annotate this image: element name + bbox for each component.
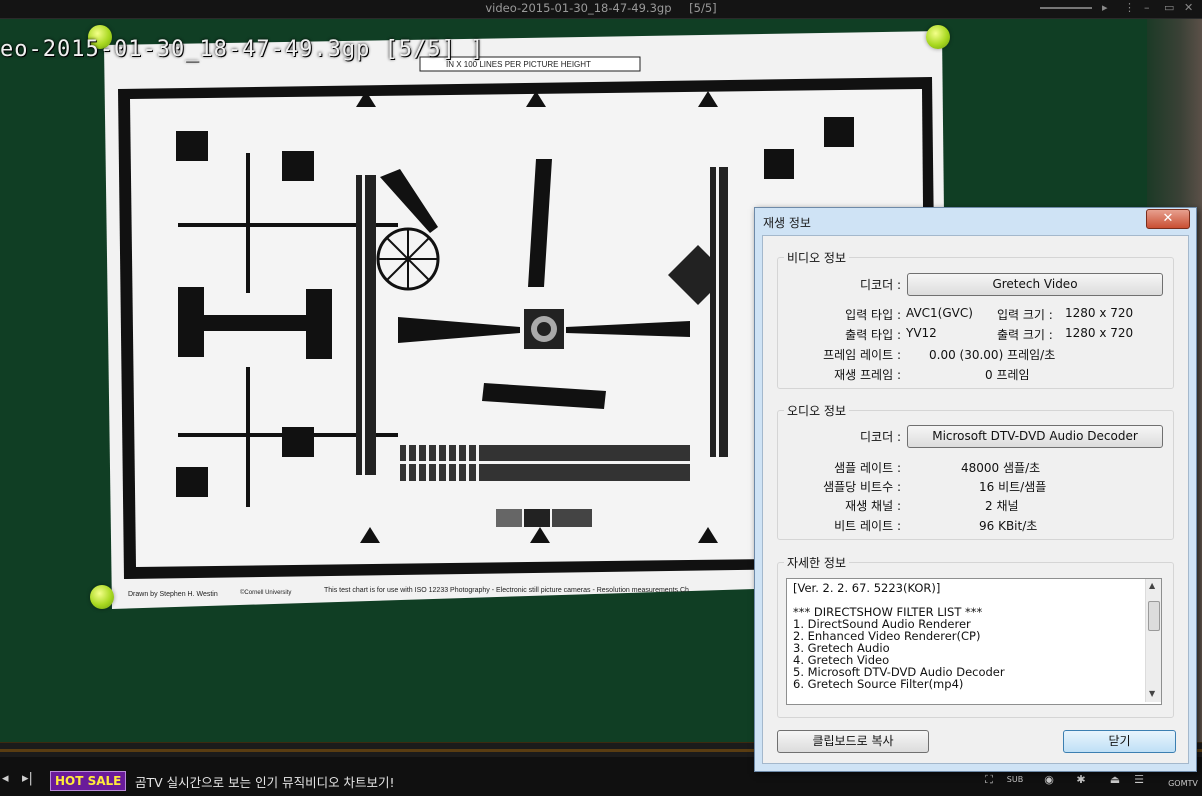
- frame-rate-value: 0.00 (30.00) 프레임/초: [929, 348, 1056, 362]
- bitrate-label: 비트 레이트 :: [834, 519, 901, 533]
- input-size-value: 1280 x 720: [1065, 306, 1134, 320]
- pushpin-bottom-left: [90, 585, 114, 609]
- scroll-thumb[interactable]: [1148, 601, 1160, 631]
- dialog-close-button[interactable]: ✕: [1146, 209, 1190, 229]
- channels-value: 2 채널: [985, 499, 1019, 513]
- playlist-icon[interactable]: ☰: [1128, 771, 1150, 789]
- input-type-value: AVC1(GVC): [906, 306, 973, 320]
- window-title: video-2015-01-30_18-47-49.3gp [5/5]: [0, 1, 1202, 15]
- video-decoder-button[interactable]: Gretech Video: [907, 273, 1163, 296]
- frame-rate-label: 프레임 레이트 :: [823, 348, 901, 362]
- pushpin-top-right: [926, 25, 950, 49]
- output-type-label: 출력 타입 :: [845, 328, 901, 342]
- details-legend: 자세한 정보: [787, 556, 847, 570]
- audio-decoder-label: 디코더 :: [860, 430, 901, 444]
- bits-per-sample-label: 샘플당 비트수 :: [823, 480, 901, 494]
- next-icon[interactable]: ▸|: [22, 771, 33, 786]
- copy-to-clipboard-button[interactable]: 클립보드로 복사: [777, 730, 929, 753]
- output-size-label: 출력 크기 :: [997, 328, 1053, 342]
- sample-rate-value: 48000 샘플/초: [961, 461, 1041, 475]
- window-title-file: video-2015-01-30_18-47-49.3gp: [485, 1, 672, 15]
- audio-info-legend: 오디오 정보: [787, 404, 847, 418]
- played-frames-value: 0 프레임: [985, 368, 1030, 382]
- dialog-body: 비디오 정보 디코더 : Gretech Video 입력 타입 : AVC1(…: [762, 235, 1189, 764]
- bitrate-value: 96 KBit/초: [979, 519, 1038, 533]
- promo-ticker[interactable]: 곰TV 실시간으로 보는 인기 뮤직비디오 차트보기!: [135, 772, 395, 791]
- details-textbox[interactable]: [Ver. 2. 2. 67. 5223(KOR)] *** DIRECTSHO…: [786, 578, 1162, 705]
- channels-label: 재생 채널 :: [845, 499, 901, 513]
- bits-per-sample-value: 16 비트/샘플: [979, 480, 1047, 494]
- settings-icon[interactable]: ✱: [1070, 771, 1092, 789]
- playback-info-dialog: 재생 정보 ✕ 비디오 정보 디코더 : Gretech Video 입력 타입…: [754, 207, 1197, 772]
- close-window-icon[interactable]: ✕: [1184, 1, 1193, 14]
- capture-icon[interactable]: ◉: [1038, 771, 1060, 789]
- input-type-label: 입력 타입 :: [845, 308, 901, 322]
- scroll-up-icon[interactable]: ▲: [1149, 581, 1155, 590]
- subtitle-button[interactable]: SUB: [1004, 771, 1026, 789]
- chart-note: This test chart is for use with ISO 1223…: [324, 587, 689, 594]
- video-decoder-label: 디코더 :: [860, 278, 901, 292]
- input-size-label: 입력 크기 :: [997, 308, 1053, 322]
- dialog-title: 재생 정보: [763, 216, 811, 230]
- player-title-bar: video-2015-01-30_18-47-49.3gp [5/5] ▸ ⋮ …: [0, 0, 1202, 19]
- scroll-down-icon[interactable]: ▼: [1149, 689, 1155, 698]
- video-info-legend: 비디오 정보: [787, 251, 847, 265]
- details-scrollbar[interactable]: ▲ ▼: [1145, 579, 1161, 702]
- menu-dots-icon[interactable]: ⋮: [1124, 1, 1135, 14]
- chart-org: ©Cornell University: [240, 589, 291, 596]
- output-type-value: YV12: [906, 326, 937, 340]
- screen-ratio-icon[interactable]: ⛶: [978, 771, 1000, 789]
- details-line: [Ver. 2. 2. 67. 5223(KOR)]: [793, 581, 941, 595]
- sample-rate-label: 샘플 레이트 :: [834, 461, 901, 475]
- dialog-ok-close-button[interactable]: 닫기: [1063, 730, 1176, 753]
- gomtv-logo: GOMTV: [1168, 779, 1198, 788]
- osd-filename: eo-2015-01-30_18-47-49.3gp [5/5] ]: [0, 37, 485, 62]
- chart-credit: Drawn by Stephen H. Westin: [128, 591, 218, 598]
- pin-icon[interactable]: ▸: [1102, 1, 1108, 14]
- audio-decoder-button[interactable]: Microsoft DTV-DVD Audio Decoder: [907, 425, 1163, 448]
- details-line: 6. Gretech Source Filter(mp4): [793, 677, 964, 691]
- volume-slider[interactable]: [1040, 1, 1092, 14]
- output-size-value: 1280 x 720: [1065, 326, 1134, 340]
- eject-icon[interactable]: ⏏: [1104, 771, 1126, 789]
- playlist-position: [5/5]: [689, 1, 717, 15]
- hot-sale-badge[interactable]: HOT SALE: [50, 771, 127, 791]
- played-frames-label: 재생 프레임 :: [834, 368, 901, 382]
- minimize-icon[interactable]: –: [1144, 1, 1150, 14]
- maximize-icon[interactable]: ▭: [1164, 1, 1174, 14]
- prev-icon[interactable]: ◂: [2, 771, 9, 786]
